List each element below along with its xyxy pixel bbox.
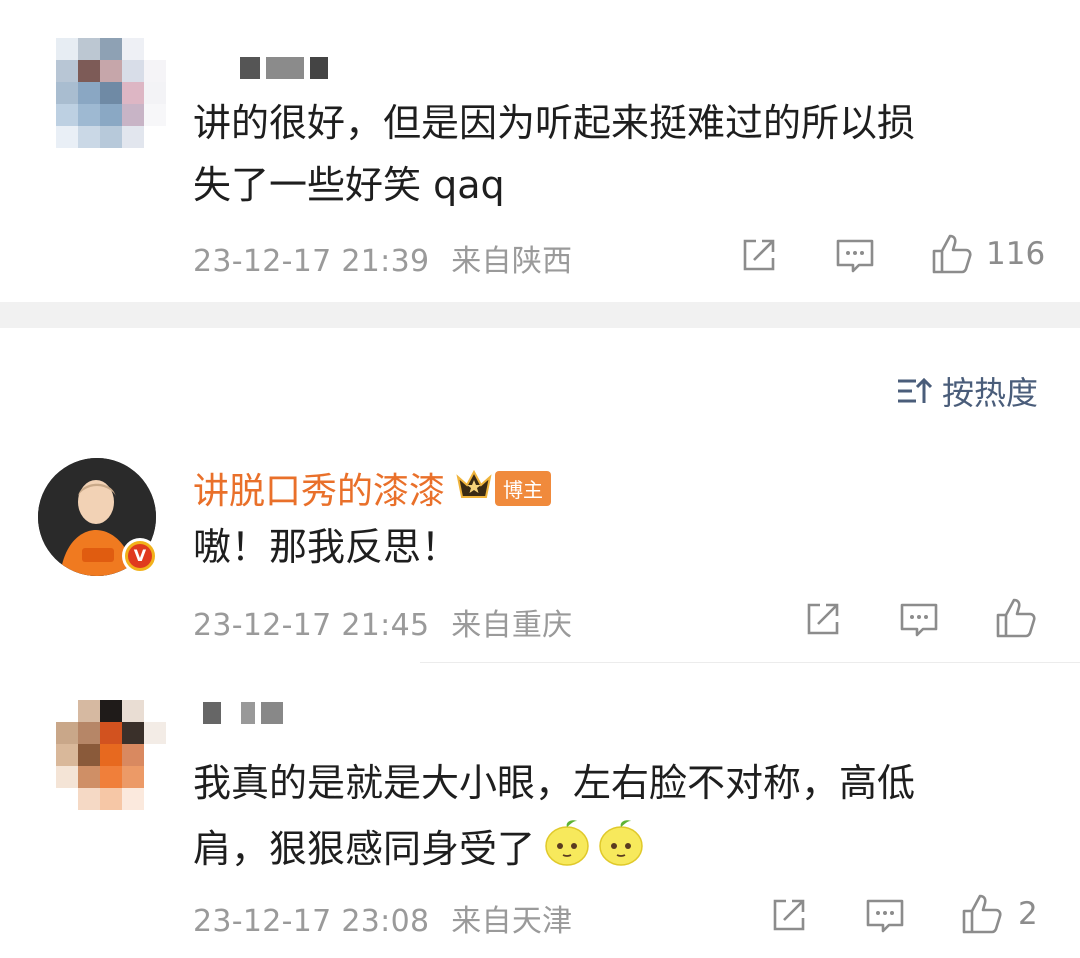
comment-time: 23-12-17 21:39 — [193, 244, 430, 279]
like-count: 2 — [1018, 896, 1038, 932]
crown-icon — [455, 469, 493, 507]
sort-by-heat-button[interactable]: 按热度 — [896, 368, 1038, 414]
share-button[interactable] — [740, 236, 778, 274]
reply-button[interactable] — [899, 600, 939, 640]
like-count: 116 — [986, 236, 1046, 272]
comment-text-line1: 我真的是就是大小眼，左右脸不对称，高低 — [193, 761, 916, 805]
comment-meta: 23-12-17 21:39 来自陕西 — [193, 236, 572, 280]
avatar-blurred[interactable] — [56, 38, 166, 148]
comment-location: 来自天津 — [451, 904, 573, 939]
share-icon — [743, 239, 775, 271]
comment-text-line2-row: 肩，狠狠感同身受了 — [193, 814, 647, 876]
comment-time: 23-12-17 23:08 — [193, 904, 430, 939]
share-icon — [773, 899, 805, 931]
reply-button[interactable] — [835, 236, 875, 276]
sort-icon — [897, 377, 932, 403]
sort-label: 按热度 — [941, 374, 1038, 412]
reply-time: 23-12-17 21:45 — [193, 608, 430, 643]
blogger-badge: 博主 — [495, 470, 552, 506]
comment-text-line2: 失了一些好笑 qaq — [193, 163, 505, 207]
reply-button[interactable] — [865, 896, 905, 936]
share-button[interactable] — [804, 600, 842, 638]
verified-badge-icon: V — [122, 538, 158, 574]
lemon-emoji-icon — [595, 817, 647, 873]
comment-text-line1: 讲的很好，但是因为听起来挺难过的所以损 — [193, 101, 916, 145]
share-button[interactable] — [770, 896, 808, 934]
reply-divider — [420, 662, 1080, 663]
thumbs-up-icon — [932, 234, 972, 274]
thumbs-up-icon — [996, 598, 1036, 638]
lemon-emoji-icon — [541, 817, 593, 873]
reply-location: 来自重庆 — [451, 608, 573, 643]
reply-meta: 23-12-17 21:45 来自重庆 — [193, 600, 572, 644]
comment-icon — [866, 899, 904, 933]
like-button[interactable]: 2 — [960, 892, 1038, 936]
comment-meta: 23-12-17 23:08 来自天津 — [193, 896, 572, 940]
like-button[interactable] — [994, 596, 1038, 640]
comment-location: 来自陕西 — [451, 244, 573, 279]
username-redacted[interactable] — [240, 57, 334, 83]
username-redacted[interactable] — [203, 702, 289, 728]
thumbs-up-icon — [962, 894, 1002, 934]
share-icon — [807, 603, 839, 635]
comment-text-line2: 肩，狠狠感同身受了 — [193, 826, 536, 871]
comment-icon — [836, 239, 874, 273]
comment-icon — [900, 603, 938, 637]
section-divider — [0, 302, 1080, 328]
avatar-blurred[interactable] — [56, 700, 166, 810]
reply-text: 嗷！那我反思！ — [193, 525, 460, 569]
author-name[interactable]: 讲脱口秀的漆漆 — [193, 462, 445, 514]
author-name-row: 讲脱口秀的漆漆 博主 — [193, 462, 552, 514]
like-button[interactable]: 116 — [930, 232, 1045, 276]
